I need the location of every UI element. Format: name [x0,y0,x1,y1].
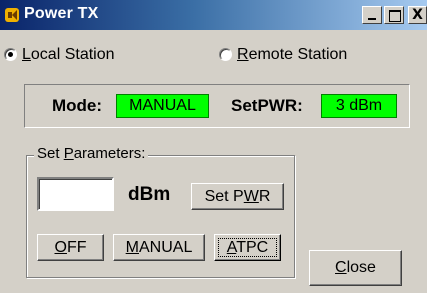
speaker-icon [5,8,19,22]
atpc-button[interactable]: ATPC [214,234,281,261]
off-mnemonic: O [54,239,67,256]
dbm-unit-label: dBm [128,184,171,205]
close-label-suffix: lose [346,259,376,276]
close-icon: X [412,7,423,23]
set-pwr-button[interactable]: Set PWR [191,183,284,210]
manual-button[interactable]: MANUAL [113,234,205,261]
remote-station-mnemonic: R [237,46,249,63]
close-mnemonic: C [335,259,347,276]
minimize-button[interactable] [362,6,382,24]
set-pwr-label-prefix: Set P [204,188,244,205]
maximize-icon [389,10,401,22]
mode-value: MANUAL [116,94,209,118]
remote-station-label[interactable]: Remote Station [237,46,347,64]
manual-label-suffix: ANUAL [138,239,193,256]
setpwr-value: 3 dBm [321,94,397,118]
local-station-radio[interactable] [4,48,17,61]
power-input[interactable] [37,177,114,211]
close-button[interactable]: Close [309,250,402,286]
setpwr-label: SetPWR: [231,96,303,115]
close-window-button[interactable]: X [408,6,427,24]
power-tx-window: Power TX X Local Station Remote Station … [0,0,427,293]
manual-mnemonic: M [125,239,139,256]
maximize-button[interactable] [384,6,404,24]
atpc-focus-rect: ATPC [218,238,277,257]
set-pwr-mnemonic: W [243,188,259,205]
title-bar[interactable]: Power TX X [0,0,427,30]
window-title: Power TX [24,5,99,22]
set-parameters-label-suffix: arameters: [73,145,146,162]
atpc-mnemonic: A [226,239,237,256]
remote-station-radio[interactable] [219,48,232,61]
mode-label: Mode: [52,96,103,115]
set-parameters-label-prefix: Set [37,145,64,162]
set-parameters-label: Set Parameters: [34,145,149,162]
set-parameters-mnemonic: P [63,145,74,162]
set-pwr-label-suffix: R [258,188,271,205]
remote-station-label-text: emote Station [248,46,348,63]
local-station-label[interactable]: Local Station [22,46,115,64]
off-button[interactable]: OFF [37,234,104,261]
local-station-mnemonic: L [22,46,31,63]
off-label-suffix: FF [66,239,87,256]
local-station-label-text: ocal Station [30,46,115,63]
minimize-icon [368,18,376,20]
atpc-label-suffix: TPC [236,239,269,256]
